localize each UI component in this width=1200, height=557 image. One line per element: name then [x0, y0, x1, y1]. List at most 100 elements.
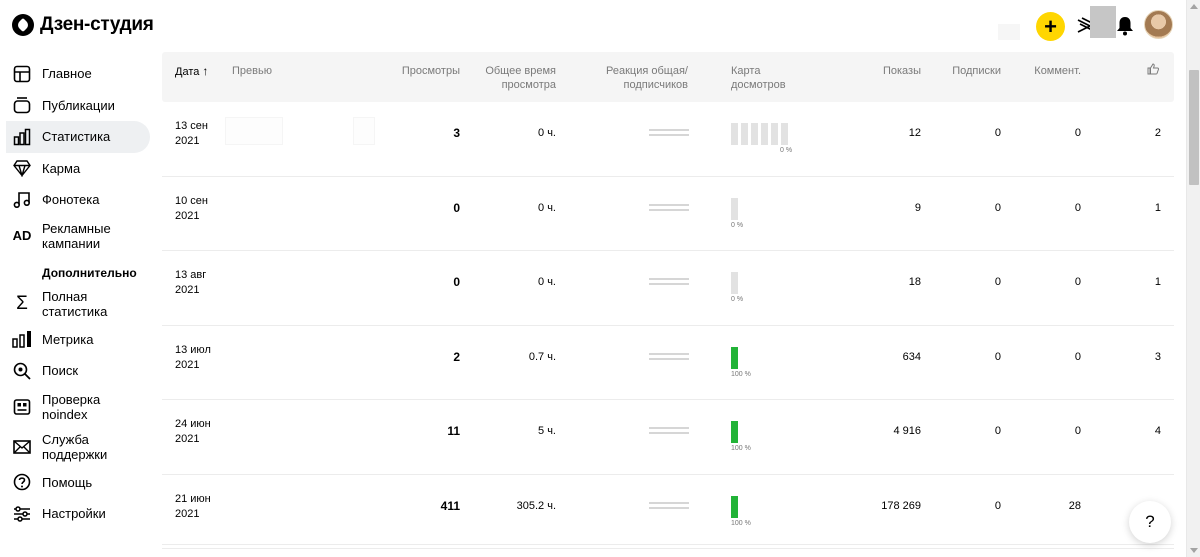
- sidebar-item-karma[interactable]: Карма: [0, 153, 150, 185]
- column-watch-time[interactable]: Общее время просмотра: [480, 64, 556, 92]
- thumbs-up-icon: [1147, 63, 1159, 75]
- scroll-up-icon[interactable]: [1190, 4, 1198, 9]
- table-row[interactable]: 24 июн 2021 11 5 ч. 100 % 4 916 0 0 4: [162, 400, 1174, 475]
- table-row[interactable]: 13 июл 2021 2 0.7 ч. 100 % 634 0 0 3: [162, 326, 1174, 400]
- help-fab-button[interactable]: ?: [1129, 501, 1171, 543]
- row-watch-time: 0 ч.: [538, 201, 556, 214]
- dzen-studio-app: Дзен-студия + Главное Публикации Статист…: [0, 0, 1200, 557]
- bell-icon[interactable]: [1116, 16, 1134, 36]
- map-percent: 100 %: [731, 370, 751, 378]
- question-icon: [12, 472, 32, 492]
- map-percent: 0 %: [731, 296, 744, 303]
- scrollbar[interactable]: [1186, 0, 1200, 557]
- sidebar-item-help[interactable]: Помощь: [0, 467, 150, 499]
- row-subscriptions: 0: [994, 276, 1001, 288]
- sidebar-item-support[interactable]: Служба поддержки: [0, 427, 150, 467]
- map-bar: [731, 197, 738, 220]
- column-reaction[interactable]: Реакция общая/ подписчиков: [598, 64, 688, 92]
- sidebar-item-label: Поиск: [42, 363, 79, 379]
- map-bar: [781, 123, 788, 145]
- map-bar: [731, 123, 738, 145]
- sidebar-item-label: Проверка noindex: [42, 391, 101, 422]
- column-views[interactable]: Просмотры: [382, 64, 460, 78]
- sliders-icon: [12, 504, 32, 524]
- create-button[interactable]: +: [1036, 12, 1065, 41]
- table-row[interactable]: 21 июн 2021 411 305.2 ч. 100 % 178 269 0 28: [162, 475, 1174, 549]
- sidebar-item-main[interactable]: Главное: [0, 58, 150, 90]
- preview-thumbnail[interactable]: [226, 118, 282, 144]
- noindex-icon: [12, 397, 32, 417]
- sidebar-item-settings[interactable]: Настройки: [0, 498, 150, 530]
- sidebar-item-ad-campaigns[interactable]: AD Рекламные кампании: [0, 216, 150, 256]
- row-likes: 1: [1154, 276, 1161, 288]
- divider: [162, 544, 1174, 545]
- logo[interactable]: Дзен-студия: [12, 14, 154, 36]
- column-map: Карта досмотров: [731, 65, 786, 91]
- row-views: 0: [453, 200, 460, 215]
- map-percent: 0 %: [780, 147, 793, 154]
- row-subscriptions: 0: [994, 127, 1001, 139]
- column-date-label: Дата: [175, 66, 200, 78]
- view-map: 0 %: [731, 197, 744, 229]
- table-body: 13 сен 2021 3 0 ч. 0 % 12 0 0 2 10 сен 2021 0 0 ч.…: [162, 102, 1174, 549]
- table-header: Дата ↑ Превью Просмотры Общее время прос…: [162, 52, 1174, 102]
- sidebar-item-label: Настройки: [42, 506, 106, 522]
- row-subscriptions: 0: [994, 201, 1001, 214]
- row-subscriptions: 0: [994, 499, 1001, 512]
- sort-arrow-up-icon: ↑: [202, 64, 209, 78]
- sidebar-item-label: Помощь: [42, 474, 93, 490]
- row-date: 24 июн 2021: [175, 418, 211, 445]
- row-likes: 1: [1154, 201, 1161, 214]
- table-row[interactable]: 13 авг 2021 0 0 ч. 0 % 18 0 0 1: [162, 251, 1174, 326]
- row-watch-time: 5 ч.: [538, 425, 556, 437]
- layout-icon: [12, 64, 32, 84]
- reaction-placeholder: [649, 352, 689, 363]
- sidebar-item-statistics[interactable]: Статистика: [6, 121, 150, 153]
- sidebar-item-publications[interactable]: Публикации: [0, 90, 150, 122]
- stats-table: Дата ↑ Превью Просмотры Общее время прос…: [162, 52, 1174, 549]
- column-comments[interactable]: Коммент.: [1022, 64, 1081, 78]
- view-map: 0 %: [731, 123, 792, 154]
- row-views: 3: [453, 126, 460, 140]
- row-date: 13 авг 2021: [175, 269, 207, 296]
- preview-thumbnail[interactable]: [354, 118, 374, 144]
- bar-chart-icon: [12, 127, 32, 147]
- row-watch-time: 0.7 ч.: [528, 350, 556, 363]
- row-views: 411: [440, 498, 460, 513]
- reaction-placeholder: [649, 278, 689, 288]
- table-row[interactable]: 10 сен 2021 0 0 ч. 0 % 9 0 0 1: [162, 177, 1174, 251]
- row-impressions: 4 916: [893, 425, 921, 437]
- column-likes[interactable]: [1147, 63, 1159, 79]
- map-bar: [771, 123, 778, 145]
- app-title: Дзен-студия: [40, 14, 154, 35]
- map-bar: [761, 123, 768, 145]
- sidebar-item-metrika[interactable]: Метрика: [0, 324, 150, 356]
- sidebar-item-label: Служба поддержки: [42, 431, 108, 462]
- map-bar: [741, 123, 748, 145]
- scroll-down-icon[interactable]: [1190, 548, 1198, 553]
- row-impressions: 178 269: [881, 499, 921, 512]
- sidebar-item-label: Фонотека: [42, 192, 100, 208]
- publications-icon: [12, 95, 32, 115]
- diamond-icon: [12, 158, 32, 178]
- map-bar: [731, 421, 738, 443]
- sidebar-item-full-stats[interactable]: Σ Полная статистика: [0, 284, 150, 324]
- table-row[interactable]: 13 сен 2021 3 0 ч. 0 % 12 0 0 2: [162, 102, 1174, 177]
- reaction-placeholder: [649, 129, 689, 139]
- map-percent: 0 %: [731, 221, 744, 229]
- reaction-placeholder: [649, 501, 689, 512]
- column-impressions[interactable]: Показы: [852, 64, 921, 78]
- scrollbar-thumb[interactable]: [1189, 70, 1199, 185]
- sidebar-item-phonoteka[interactable]: Фонотека: [0, 184, 150, 216]
- view-map: 100 %: [731, 421, 751, 452]
- view-map: 0 %: [731, 272, 743, 303]
- avatar[interactable]: [1144, 10, 1173, 39]
- row-comments: 28: [1068, 499, 1081, 512]
- row-comments: 0: [1074, 127, 1081, 139]
- sidebar-item-noindex[interactable]: Проверка noindex: [0, 387, 150, 427]
- reaction-placeholder: [649, 203, 689, 214]
- sidebar-item-label: Карма: [42, 160, 81, 176]
- column-date[interactable]: Дата ↑: [175, 64, 208, 79]
- column-subscriptions[interactable]: Подписки: [942, 64, 1001, 78]
- sidebar-item-search[interactable]: Поиск: [0, 355, 150, 387]
